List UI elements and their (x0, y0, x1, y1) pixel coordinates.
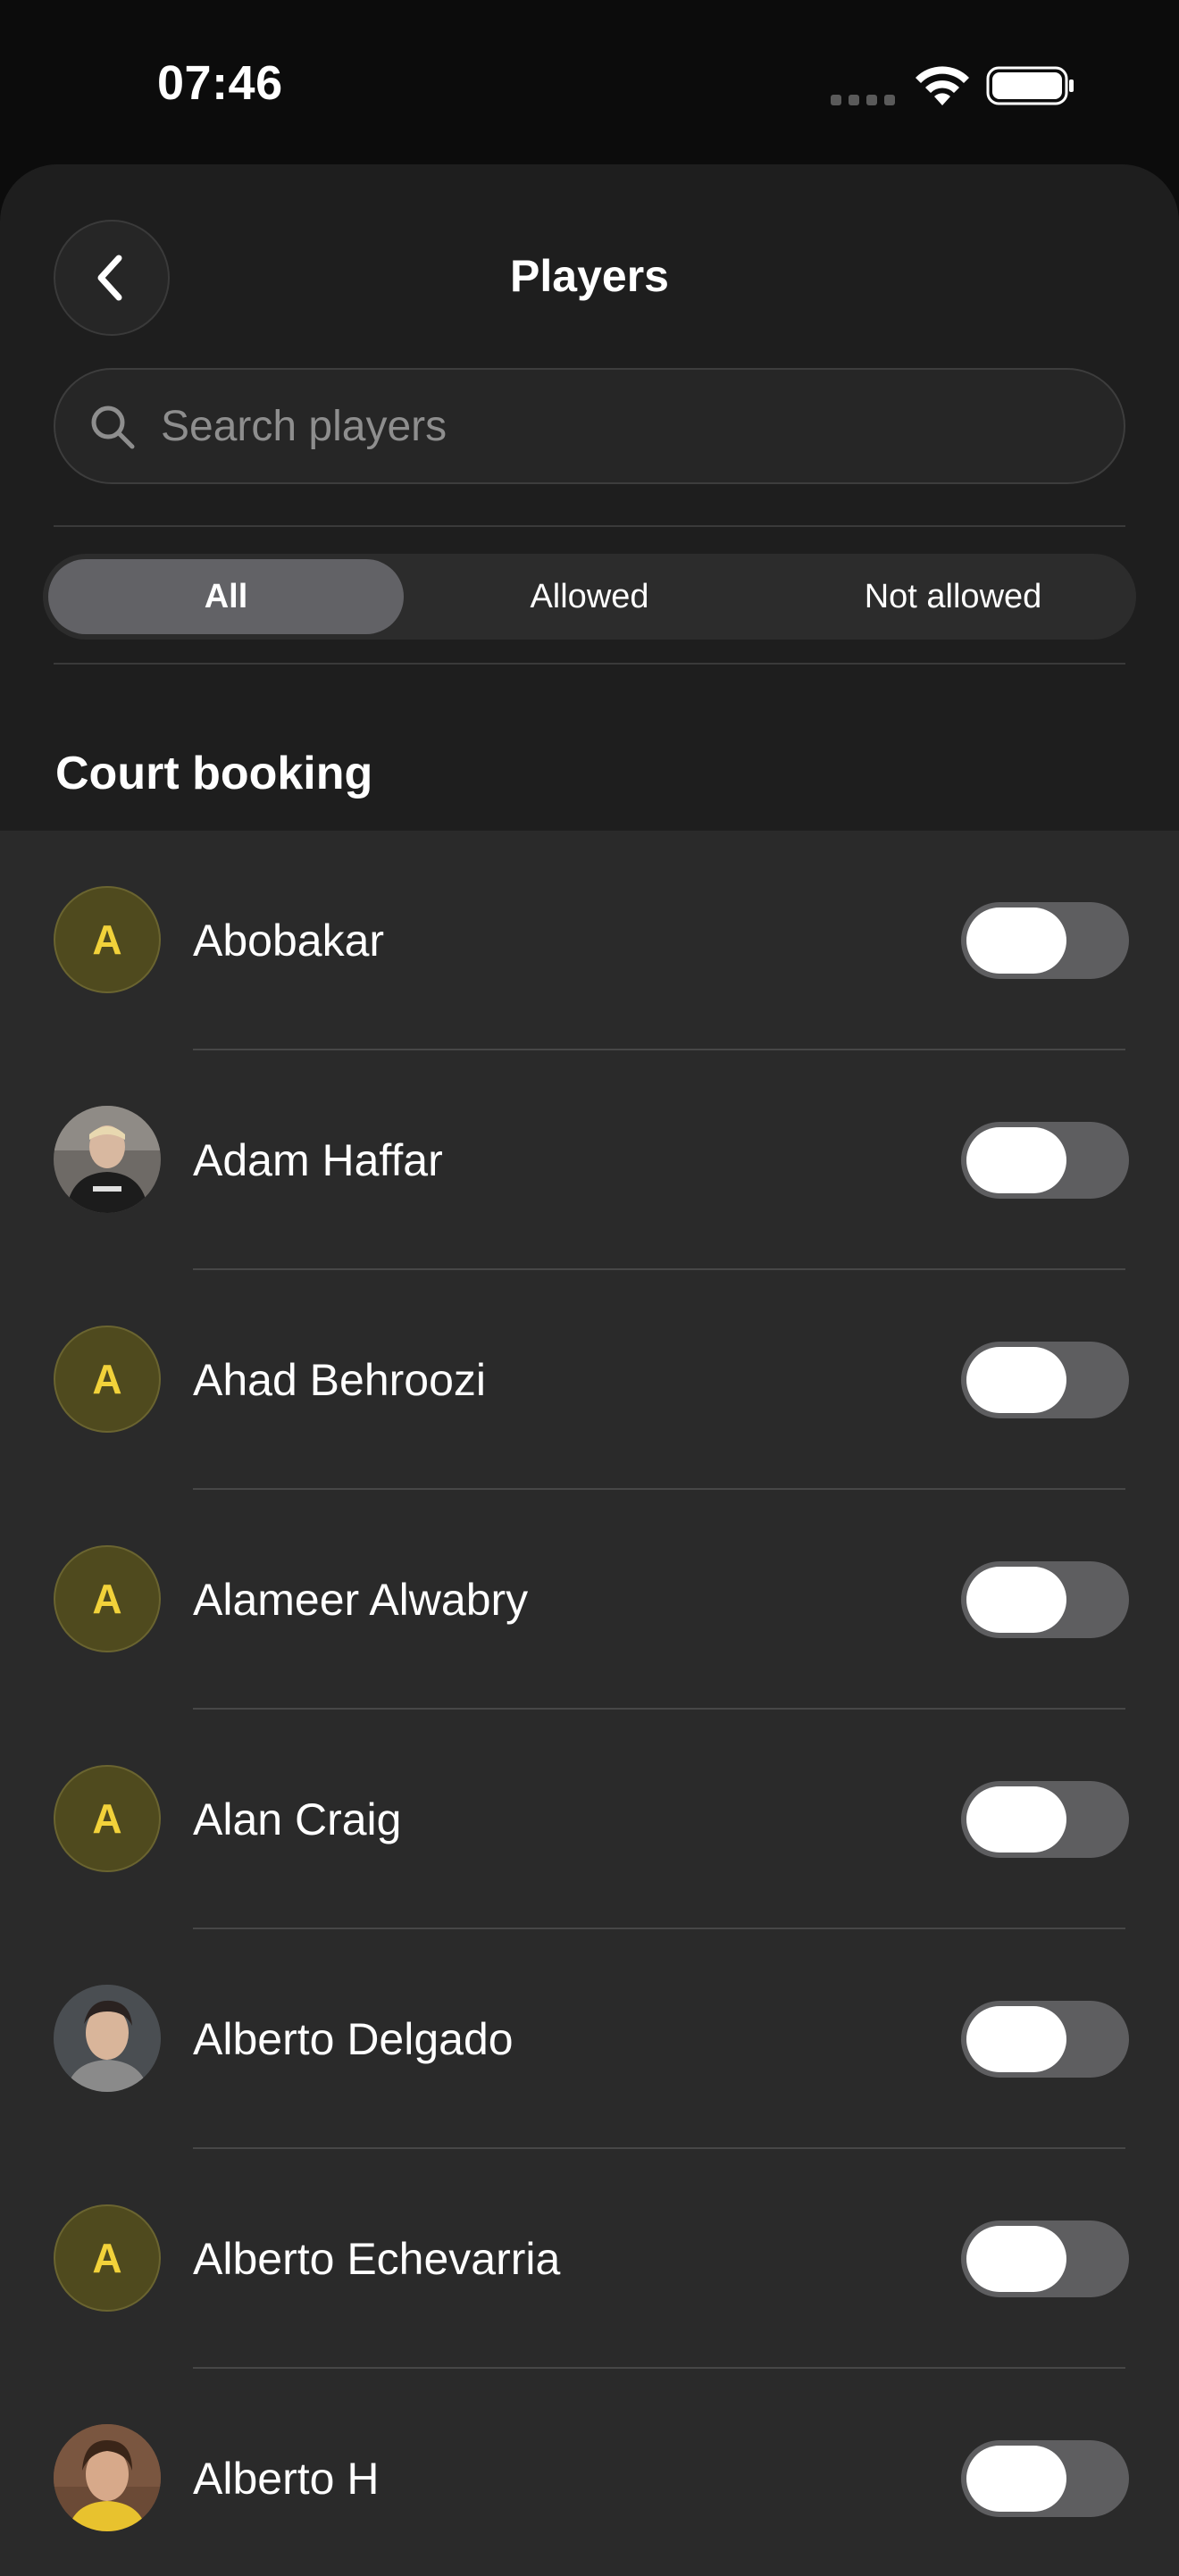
avatar (54, 1106, 161, 1213)
avatar (54, 2424, 161, 2531)
divider (54, 525, 1125, 527)
toggle-knob (966, 1347, 1066, 1413)
filter-all-tab[interactable]: All (48, 559, 404, 634)
filter-segmented-control: All Allowed Not allowed (43, 554, 1136, 640)
allow-toggle[interactable] (961, 1122, 1129, 1199)
wifi-icon (916, 66, 969, 105)
player-row: A Abobakar (0, 831, 1179, 1050)
toggle-knob (966, 2226, 1066, 2292)
toggle-knob (966, 1127, 1066, 1193)
player-row: A Alberto Echevarria (0, 2149, 1179, 2369)
divider (54, 663, 1125, 665)
allow-toggle[interactable] (961, 2440, 1129, 2517)
section-title: Court booking (55, 748, 373, 799)
player-name: Abobakar (193, 916, 385, 966)
page-title: Players (510, 251, 669, 301)
player-row: Adam Haffar (0, 1050, 1179, 1270)
status-time: 07:46 (157, 56, 283, 110)
player-name: Alberto Delgado (193, 2014, 514, 2064)
players-sheet: Players All Allowed Not allowed Court bo… (0, 164, 1179, 2576)
toggle-knob (966, 1786, 1066, 1853)
player-name: Alberto Echevarria (193, 2234, 561, 2284)
allow-toggle[interactable] (961, 1781, 1129, 1858)
player-list: A Abobakar Adam Haffar A Ahad Behroozi A… (0, 831, 1179, 2576)
avatar: A (54, 1326, 161, 1433)
toggle-knob (966, 2446, 1066, 2512)
filter-not-allowed-tab[interactable]: Not allowed (775, 559, 1131, 634)
player-name: Alberto H (193, 2454, 380, 2504)
avatar-photo-icon (54, 1106, 161, 1213)
player-name: Alameer Alwabry (193, 1575, 529, 1625)
allow-toggle[interactable] (961, 902, 1129, 979)
player-row: A Ahad Behroozi (0, 1270, 1179, 1490)
allow-toggle[interactable] (961, 1561, 1129, 1638)
search-bar[interactable] (54, 368, 1125, 484)
player-name: Adam Haffar (193, 1135, 443, 1185)
status-bar: 07:46 (0, 0, 1179, 161)
player-name: Ahad Behroozi (193, 1355, 487, 1405)
allow-toggle[interactable] (961, 2001, 1129, 2078)
toggle-knob (966, 2006, 1066, 2072)
search-input[interactable] (161, 370, 1090, 482)
cellular-signal-icon (831, 95, 895, 105)
search-icon (91, 406, 135, 449)
player-row: Alberto H (0, 2369, 1179, 2576)
avatar: A (54, 2204, 161, 2312)
avatar-photo-icon (54, 1985, 161, 2092)
avatar: A (54, 1545, 161, 1652)
player-row: Alberto Delgado (0, 1929, 1179, 2149)
allow-toggle[interactable] (961, 2221, 1129, 2297)
toggle-knob (966, 907, 1066, 974)
battery-icon (986, 66, 1074, 105)
player-row: A Alameer Alwabry (0, 1490, 1179, 1710)
toggle-knob (966, 1567, 1066, 1633)
filter-allowed-tab[interactable]: Allowed (412, 559, 767, 634)
avatar-photo-icon (54, 2424, 161, 2531)
avatar: A (54, 1765, 161, 1872)
avatar (54, 1985, 161, 2092)
allow-toggle[interactable] (961, 1342, 1129, 1418)
player-name: Alan Craig (193, 1794, 402, 1844)
player-row: A Alan Craig (0, 1710, 1179, 1929)
avatar: A (54, 886, 161, 993)
